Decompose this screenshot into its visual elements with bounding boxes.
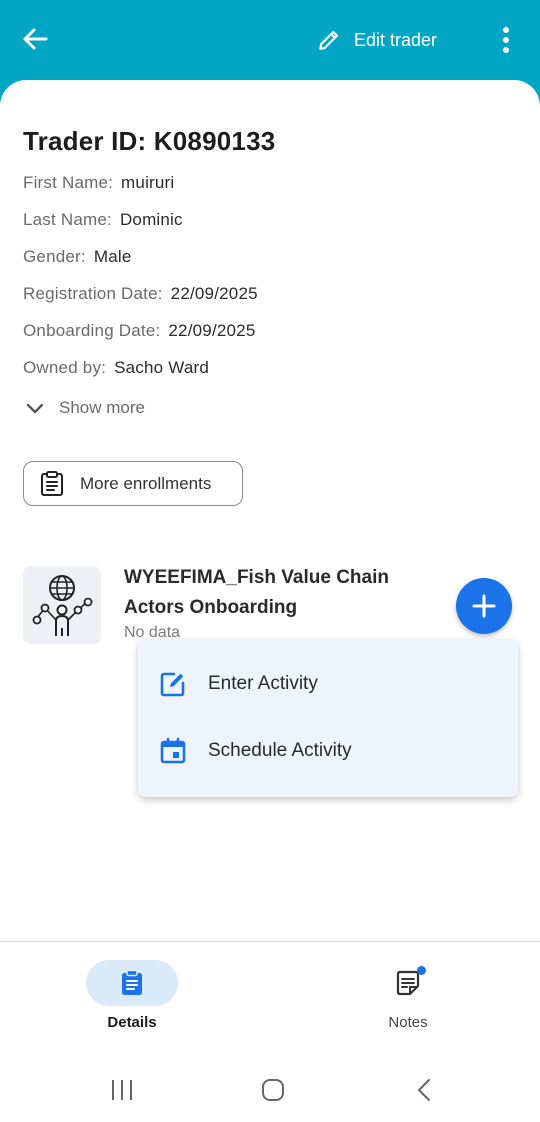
field-value: Dominic bbox=[119, 210, 183, 229]
chevron-down-icon bbox=[26, 403, 44, 414]
activity-menu: Enter Activity Schedule Activity bbox=[138, 639, 518, 797]
field-label: First Name: bbox=[23, 173, 114, 192]
system-navigation-bar bbox=[0, 1041, 540, 1122]
plus-icon bbox=[472, 594, 496, 618]
gender-row: Gender: Male bbox=[23, 247, 131, 267]
field-label: Last Name: bbox=[23, 210, 112, 229]
more-enrollments-label: More enrollments bbox=[80, 473, 212, 493]
field-value: 22/09/2025 bbox=[170, 284, 258, 303]
field-value: Sacho Ward bbox=[114, 358, 209, 377]
top-app-bar: Edit trader bbox=[0, 0, 540, 80]
enter-activity-label: Enter Activity bbox=[208, 673, 318, 694]
owned-by-row: Owned by: Sacho Ward bbox=[23, 358, 209, 378]
arrow-left-icon bbox=[23, 28, 48, 50]
field-label: Onboarding Date: bbox=[23, 321, 161, 340]
more-vert-icon bbox=[503, 27, 509, 53]
home-icon bbox=[262, 1079, 284, 1101]
show-more-toggle[interactable]: Show more bbox=[23, 396, 145, 420]
global-network-person-icon bbox=[32, 575, 93, 636]
tab-details[interactable]: Details bbox=[32, 942, 232, 1042]
field-value: muiruri bbox=[121, 173, 175, 192]
pencil-icon bbox=[319, 30, 339, 50]
field-value: Male bbox=[93, 247, 132, 266]
edit-note-icon bbox=[160, 672, 185, 697]
schedule-activity-item[interactable]: Schedule Activity bbox=[138, 718, 518, 784]
first-name-row: First Name: muiruri bbox=[23, 173, 174, 193]
registration-date-row: Registration Date: 22/09/2025 bbox=[23, 284, 258, 304]
calendar-icon bbox=[160, 737, 186, 764]
system-back-button[interactable] bbox=[412, 1078, 436, 1107]
field-label: Owned by: bbox=[23, 358, 107, 377]
field-value: 22/09/2025 bbox=[168, 321, 256, 340]
tab-notes-label: Notes bbox=[388, 1014, 428, 1031]
clipboard-icon bbox=[122, 969, 142, 995]
home-button[interactable] bbox=[261, 1078, 285, 1107]
schedule-activity-label: Schedule Activity bbox=[208, 740, 352, 761]
add-activity-fab[interactable] bbox=[456, 578, 512, 634]
tab-details-label: Details bbox=[107, 1014, 157, 1031]
edit-trader-button[interactable]: Edit trader bbox=[316, 22, 437, 58]
program-title[interactable]: WYEEFIMA_Fish Value Chain Actors Onboard… bbox=[124, 563, 424, 623]
onboarding-date-row: Onboarding Date: 22/09/2025 bbox=[23, 321, 256, 341]
tab-notes[interactable]: Notes bbox=[308, 942, 508, 1042]
trader-id-title: Trader ID: K0890133 bbox=[23, 126, 276, 156]
edit-trader-label: Edit trader bbox=[354, 29, 438, 50]
back-icon bbox=[418, 1079, 430, 1101]
more-enrollments-button[interactable]: More enrollments bbox=[23, 461, 243, 506]
last-name-row: Last Name: Dominic bbox=[23, 210, 183, 230]
field-label: Registration Date: bbox=[23, 284, 163, 303]
program-thumbnail bbox=[23, 566, 101, 644]
clipboard-list-icon bbox=[41, 470, 63, 496]
notification-badge bbox=[417, 966, 426, 975]
more-options-button[interactable] bbox=[494, 24, 518, 56]
recents-icon bbox=[112, 1080, 132, 1100]
enter-activity-item[interactable]: Enter Activity bbox=[138, 651, 518, 717]
back-button[interactable] bbox=[18, 22, 52, 56]
field-label: Gender: bbox=[23, 247, 86, 266]
recents-button[interactable] bbox=[110, 1078, 134, 1107]
show-more-label: Show more bbox=[59, 398, 145, 417]
bottom-navigation: Details Notes bbox=[0, 941, 540, 1041]
